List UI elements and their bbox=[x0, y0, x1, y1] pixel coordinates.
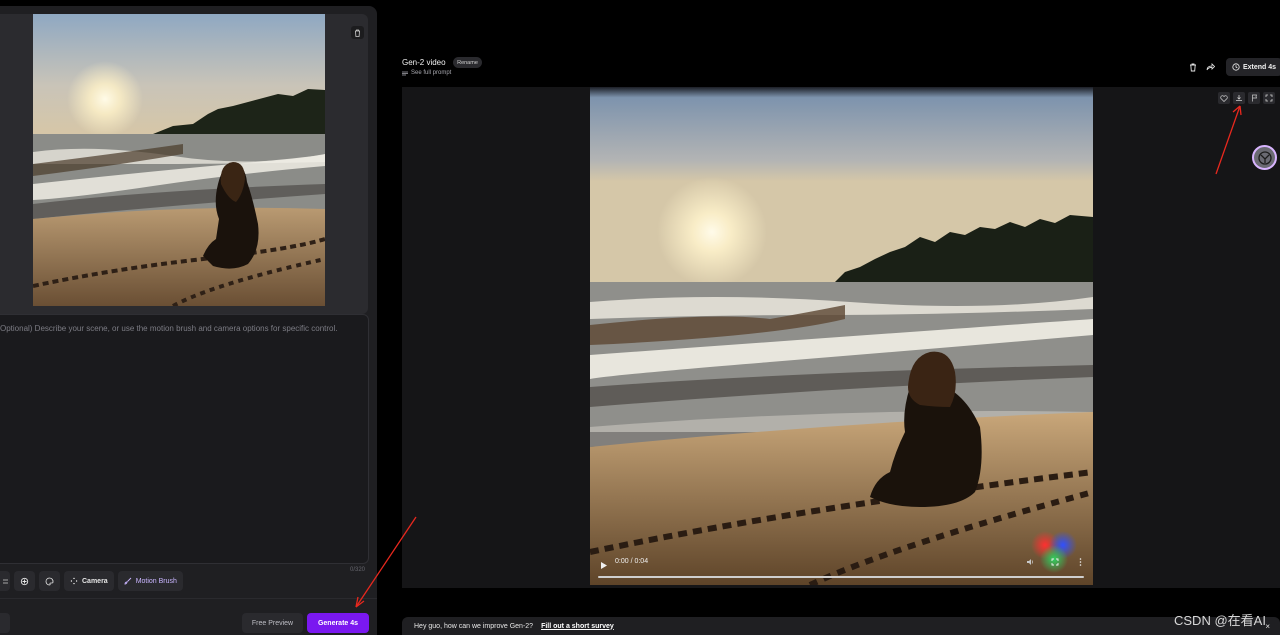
flag-icon[interactable] bbox=[1248, 92, 1260, 104]
share-icon[interactable] bbox=[1204, 61, 1216, 73]
free-preview-button[interactable]: Free Preview bbox=[242, 613, 303, 633]
generate-button[interactable]: Generate 4s bbox=[307, 613, 369, 633]
camera-button[interactable]: Camera bbox=[64, 571, 114, 591]
progress-bar[interactable] bbox=[598, 576, 1084, 578]
survey-text: Hey guo, how can we improve Gen-2? bbox=[414, 622, 534, 630]
extend-label: Extend 4s bbox=[1242, 63, 1277, 71]
delete-video-icon[interactable] bbox=[1187, 61, 1199, 73]
play-icon[interactable] bbox=[600, 557, 608, 575]
volume-icon[interactable] bbox=[1025, 557, 1035, 567]
prompt-textarea[interactable]: Optional) Describe your scene, or use th… bbox=[0, 314, 369, 564]
video-title: Gen-2 video bbox=[402, 58, 446, 67]
logo-icon bbox=[1257, 150, 1272, 165]
palette-icon bbox=[45, 577, 54, 585]
upscale-button[interactable] bbox=[14, 571, 35, 591]
crosshair-icon bbox=[20, 577, 29, 585]
prompt-placeholder: Optional) Describe your scene, or use th… bbox=[0, 324, 338, 333]
divider bbox=[0, 598, 377, 599]
see-full-prompt-label: See full prompt bbox=[411, 70, 452, 76]
extend-button[interactable]: Extend 4s bbox=[1226, 58, 1280, 76]
settings-icon[interactable] bbox=[0, 571, 10, 591]
rename-button[interactable]: Rename bbox=[453, 57, 482, 68]
motion-brush-button[interactable]: Motion Brush bbox=[117, 571, 183, 591]
expand-icon[interactable] bbox=[1263, 92, 1275, 104]
camera-move-icon bbox=[70, 577, 78, 585]
source-image-card bbox=[0, 14, 368, 314]
camera-label: Camera bbox=[82, 577, 108, 585]
see-full-prompt-link[interactable]: See full prompt bbox=[402, 70, 451, 76]
clock-plus-icon bbox=[1232, 63, 1240, 71]
char-count: 0/320 bbox=[350, 567, 366, 573]
magic-icon[interactable] bbox=[0, 613, 10, 633]
assistant-avatar[interactable] bbox=[1252, 145, 1277, 170]
tool-row: Camera Motion Brush bbox=[0, 571, 183, 591]
time-readout: 0:00 / 0:04 bbox=[615, 558, 649, 565]
delete-image-icon[interactable] bbox=[351, 26, 364, 39]
text-lines-icon bbox=[402, 71, 408, 75]
survey-link[interactable]: Fill out a short survey bbox=[541, 623, 614, 630]
favorite-icon[interactable] bbox=[1218, 92, 1230, 104]
palette-button[interactable] bbox=[39, 571, 60, 591]
motion-brush-label: Motion Brush bbox=[135, 577, 177, 585]
survey-banner: Hey guo, how can we improve Gen-2? Fill … bbox=[402, 617, 1280, 635]
video-actions bbox=[1218, 92, 1275, 104]
more-options-icon[interactable] bbox=[1075, 557, 1085, 567]
video-player[interactable] bbox=[590, 87, 1093, 585]
close-icon[interactable]: × bbox=[1265, 622, 1270, 631]
source-image bbox=[33, 14, 325, 306]
watermark: CSDN @在看AI bbox=[1174, 613, 1266, 628]
download-icon[interactable] bbox=[1233, 92, 1245, 104]
left-panel: Optional) Describe your scene, or use th… bbox=[0, 6, 377, 635]
player-controls: 0:00 / 0:04 bbox=[590, 555, 1093, 569]
brush-icon bbox=[124, 577, 132, 585]
fullscreen-icon[interactable] bbox=[1050, 557, 1060, 567]
